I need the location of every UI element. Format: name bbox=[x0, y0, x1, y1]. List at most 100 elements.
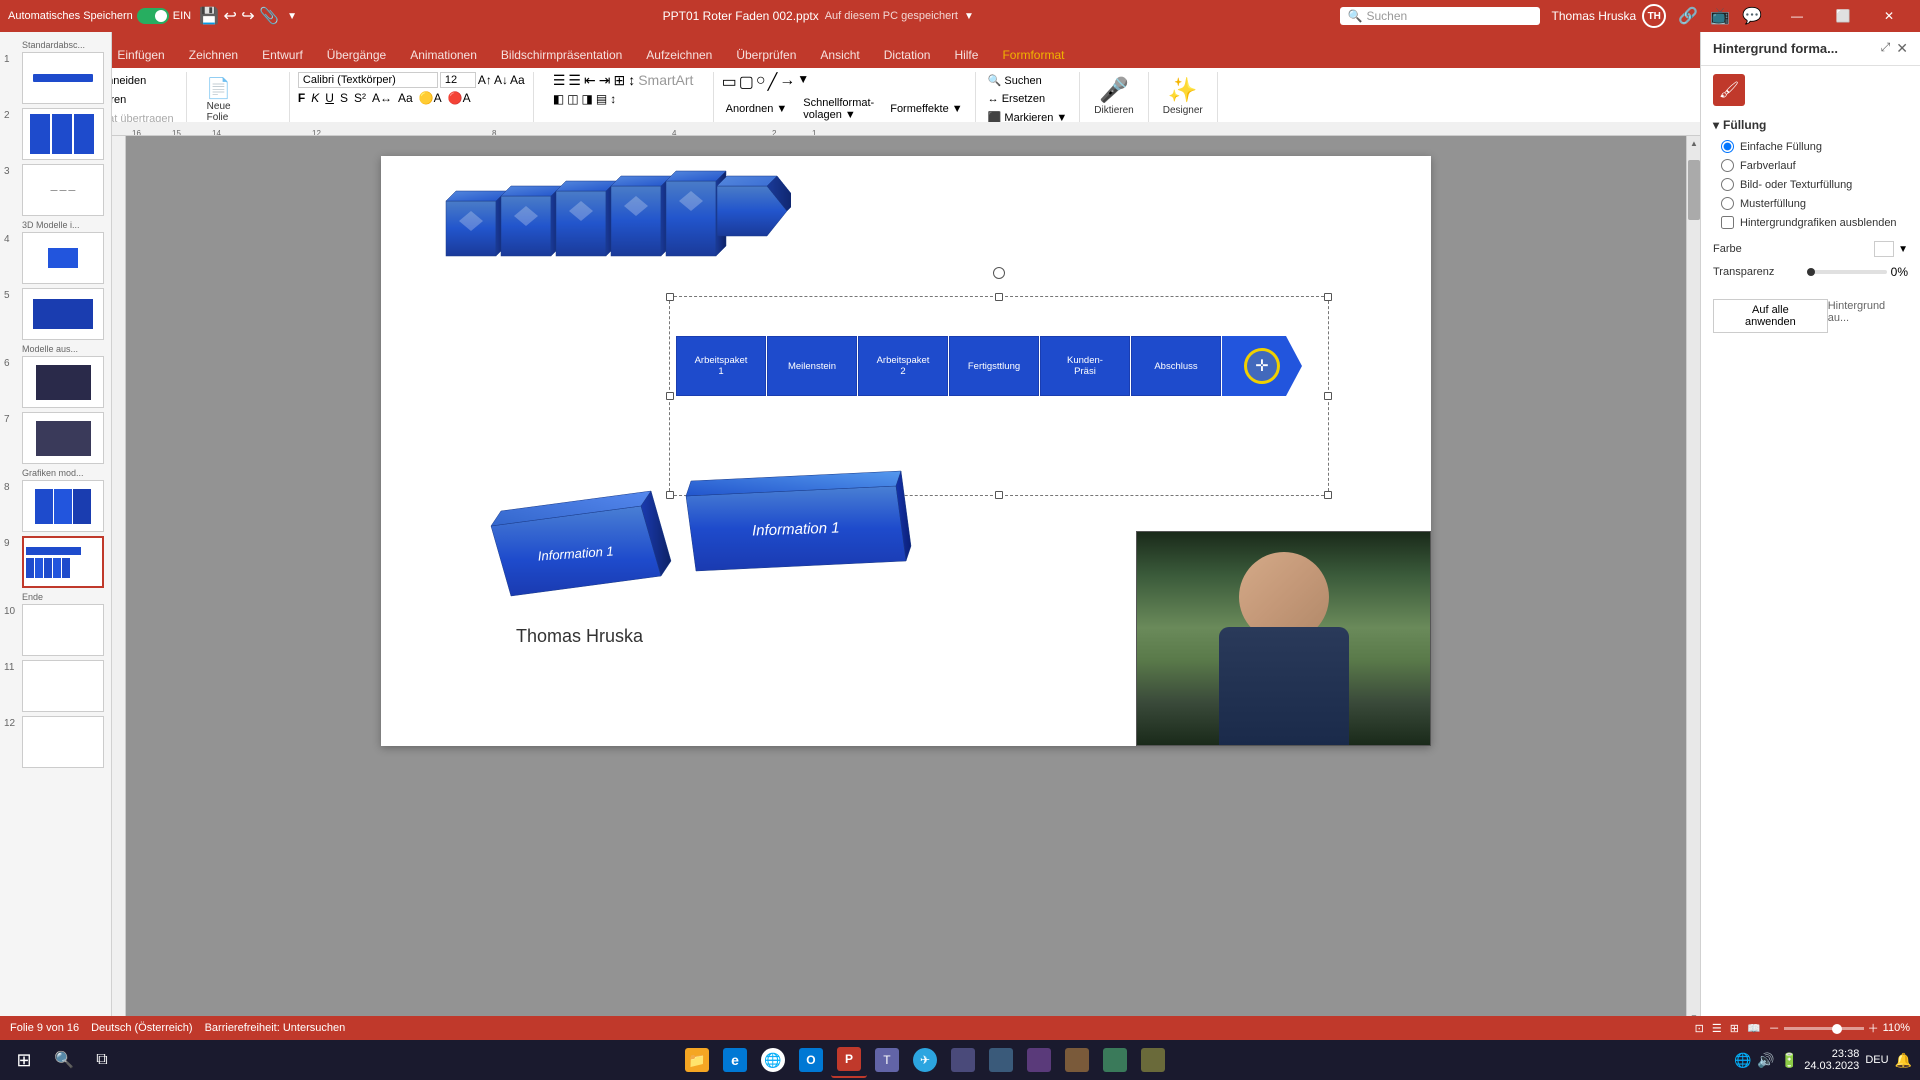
battery-icon[interactable]: 🔋 bbox=[1781, 1052, 1798, 1069]
btn-designer[interactable]: ✨ Designer bbox=[1157, 72, 1209, 120]
font-name-input[interactable]: Calibri (Textkörper) bbox=[298, 72, 438, 88]
handle-br[interactable] bbox=[1324, 491, 1332, 499]
handle-tl[interactable] bbox=[666, 293, 674, 301]
search-bar[interactable]: 🔍 Suchen bbox=[1340, 7, 1540, 25]
strikethrough-btn[interactable]: S bbox=[340, 91, 348, 105]
view-sorter-icon[interactable]: ⊞ bbox=[1730, 1022, 1739, 1035]
shadow-btn[interactable]: S² bbox=[354, 91, 366, 105]
bullet-list-btn[interactable]: ☰ bbox=[553, 72, 566, 89]
language-status[interactable]: Deutsch (Österreich) bbox=[91, 1022, 192, 1034]
flow-step-2[interactable]: Meilenstein bbox=[767, 336, 857, 396]
fill-pattern-radio[interactable] bbox=[1721, 197, 1734, 210]
app6-icon[interactable] bbox=[1135, 1042, 1171, 1078]
zoom-slider[interactable] bbox=[1784, 1027, 1864, 1030]
slide-thumb-12[interactable] bbox=[22, 716, 104, 768]
flow-step-5[interactable]: Kunden-Präsi bbox=[1040, 336, 1130, 396]
text-direction-btn[interactable]: ↕ bbox=[628, 72, 635, 89]
flow-step-3[interactable]: Arbeitspaket2 bbox=[858, 336, 948, 396]
shape-line[interactable]: ╱ bbox=[768, 72, 778, 92]
slide-item-8[interactable]: 8 bbox=[4, 480, 107, 532]
btn-neue-folie[interactable]: 📄 NeueFolie bbox=[195, 72, 243, 127]
slide-thumb-10[interactable] bbox=[22, 604, 104, 656]
handle-tr[interactable] bbox=[1324, 293, 1332, 301]
bold-btn[interactable]: F bbox=[298, 91, 305, 105]
btn-ersetzen[interactable]: ↔ Ersetzen bbox=[984, 91, 1049, 107]
slider-thumb[interactable] bbox=[1807, 268, 1815, 276]
btn-anordnen[interactable]: Anordnen ▼ bbox=[722, 95, 792, 123]
telegram-icon[interactable]: ✈ bbox=[907, 1042, 943, 1078]
shape-arrow[interactable]: → bbox=[779, 72, 795, 92]
file-explorer-icon[interactable]: 📁 bbox=[679, 1042, 715, 1078]
slide-item-4[interactable]: 4 bbox=[4, 232, 107, 284]
flow-final-arrow[interactable]: ✛ bbox=[1222, 336, 1302, 396]
network-icon[interactable]: 🌐 bbox=[1734, 1052, 1751, 1069]
font-size-increase[interactable]: A↑ bbox=[478, 73, 492, 87]
fill-simple-radio[interactable] bbox=[1721, 140, 1734, 153]
slide-thumb-2[interactable] bbox=[22, 108, 104, 160]
font-color-btn[interactable]: 🔴A bbox=[448, 91, 471, 105]
color-field-value[interactable]: ▼ bbox=[1874, 241, 1908, 257]
search-button[interactable]: 🔍 bbox=[46, 1042, 82, 1078]
comments-icon[interactable]: 💬 bbox=[1742, 6, 1762, 26]
taskview-button[interactable]: ⧉ bbox=[84, 1042, 120, 1078]
indent-less-btn[interactable]: ⇤ bbox=[584, 72, 596, 89]
flow-step-6[interactable]: Abschluss bbox=[1131, 336, 1221, 396]
slide-item-2[interactable]: 2 bbox=[4, 108, 107, 160]
edge-icon[interactable]: e bbox=[717, 1042, 753, 1078]
fill-pattern[interactable]: Musterfüllung bbox=[1721, 197, 1908, 210]
color-swatch[interactable] bbox=[1874, 241, 1894, 257]
minimize-button[interactable]: — bbox=[1774, 0, 1820, 32]
slide-thumb-5[interactable] bbox=[22, 288, 104, 340]
clear-format[interactable]: Aa bbox=[510, 73, 525, 87]
slide-thumb-7[interactable] bbox=[22, 412, 104, 464]
slide-thumb-3[interactable]: — — — bbox=[22, 164, 104, 216]
tab-zeichnen[interactable]: Zeichnen bbox=[177, 42, 250, 68]
tab-formformat[interactable]: Formformat bbox=[990, 42, 1076, 68]
slide-item-10[interactable]: 10 bbox=[4, 604, 107, 656]
apply-all-button[interactable]: Auf alle anwenden bbox=[1713, 299, 1828, 333]
fill-gradient-radio[interactable] bbox=[1721, 159, 1734, 172]
maximize-button[interactable]: ⬜ bbox=[1820, 0, 1866, 32]
slide-item-11[interactable]: 11 bbox=[4, 660, 107, 712]
pane-secondary-btn[interactable]: Hintergrund au... bbox=[1828, 300, 1908, 324]
canvas-area[interactable]: Arbeitspaket1 Meilenstein Arbeitspaket2 … bbox=[126, 136, 1686, 1024]
scrollbar-up-arrow[interactable]: ▲ bbox=[1687, 136, 1701, 150]
teams-icon[interactable]: T bbox=[869, 1042, 905, 1078]
tab-ansicht[interactable]: Ansicht bbox=[808, 42, 871, 68]
app2-icon[interactable] bbox=[983, 1042, 1019, 1078]
slide-item-6[interactable]: 6 bbox=[4, 356, 107, 408]
handle-bm[interactable] bbox=[995, 491, 1003, 499]
pane-close-button[interactable]: ✕ bbox=[1896, 40, 1908, 57]
transparency-slider[interactable]: 0% bbox=[1807, 265, 1908, 279]
language-indicator[interactable]: DEU bbox=[1865, 1054, 1888, 1066]
fill-hide-bg[interactable]: Hintergrundgrafiken ausblenden bbox=[1721, 216, 1908, 229]
btn-schnellformat[interactable]: Schnellformat-volagen ▼ bbox=[799, 95, 878, 123]
fill-simple[interactable]: Einfache Füllung bbox=[1721, 140, 1908, 153]
view-reading-icon[interactable]: 📖 bbox=[1747, 1022, 1761, 1035]
flow-step-4[interactable]: Fertigsttlung bbox=[949, 336, 1039, 396]
shape-more[interactable]: ▼ bbox=[797, 72, 809, 92]
auto-save-toggle[interactable]: Automatisches Speichern EIN bbox=[8, 8, 191, 24]
btn-diktieren[interactable]: 🎤 Diktieren bbox=[1088, 72, 1139, 120]
tab-einfuegen[interactable]: Einfügen bbox=[105, 42, 176, 68]
view-normal-icon[interactable]: ⊡ bbox=[1695, 1022, 1704, 1035]
justify-btn[interactable]: ▤ bbox=[596, 92, 607, 106]
btn-suchen[interactable]: 🔍 Suchen bbox=[984, 72, 1046, 89]
zoom-out-btn[interactable]: － bbox=[1769, 1020, 1780, 1036]
auto-save-switch[interactable] bbox=[137, 8, 169, 24]
text-align-btn[interactable]: SmartArt bbox=[638, 72, 693, 89]
font-size-input[interactable]: 12 bbox=[440, 72, 476, 88]
pane-resize-btn[interactable]: ⤢ bbox=[1881, 40, 1891, 57]
shape-round-rect[interactable]: ▢ bbox=[739, 72, 754, 92]
slide-item-12[interactable]: 12 bbox=[4, 716, 107, 768]
fill-gradient[interactable]: Farbverlauf bbox=[1721, 159, 1908, 172]
flow-step-1[interactable]: Arbeitspaket1 bbox=[676, 336, 766, 396]
font-size-decrease[interactable]: A↓ bbox=[494, 73, 508, 87]
col-layout-btn[interactable]: ⊞ bbox=[613, 72, 625, 89]
align-left-btn[interactable]: ◧ bbox=[553, 92, 564, 106]
section-fill-toggle[interactable]: ▾ Füllung bbox=[1713, 118, 1908, 132]
num-list-btn[interactable]: ☰ bbox=[568, 72, 581, 89]
handle-tm[interactable] bbox=[995, 293, 1003, 301]
handle-mr[interactable] bbox=[1324, 392, 1332, 400]
fill-hide-bg-check[interactable] bbox=[1721, 216, 1734, 229]
